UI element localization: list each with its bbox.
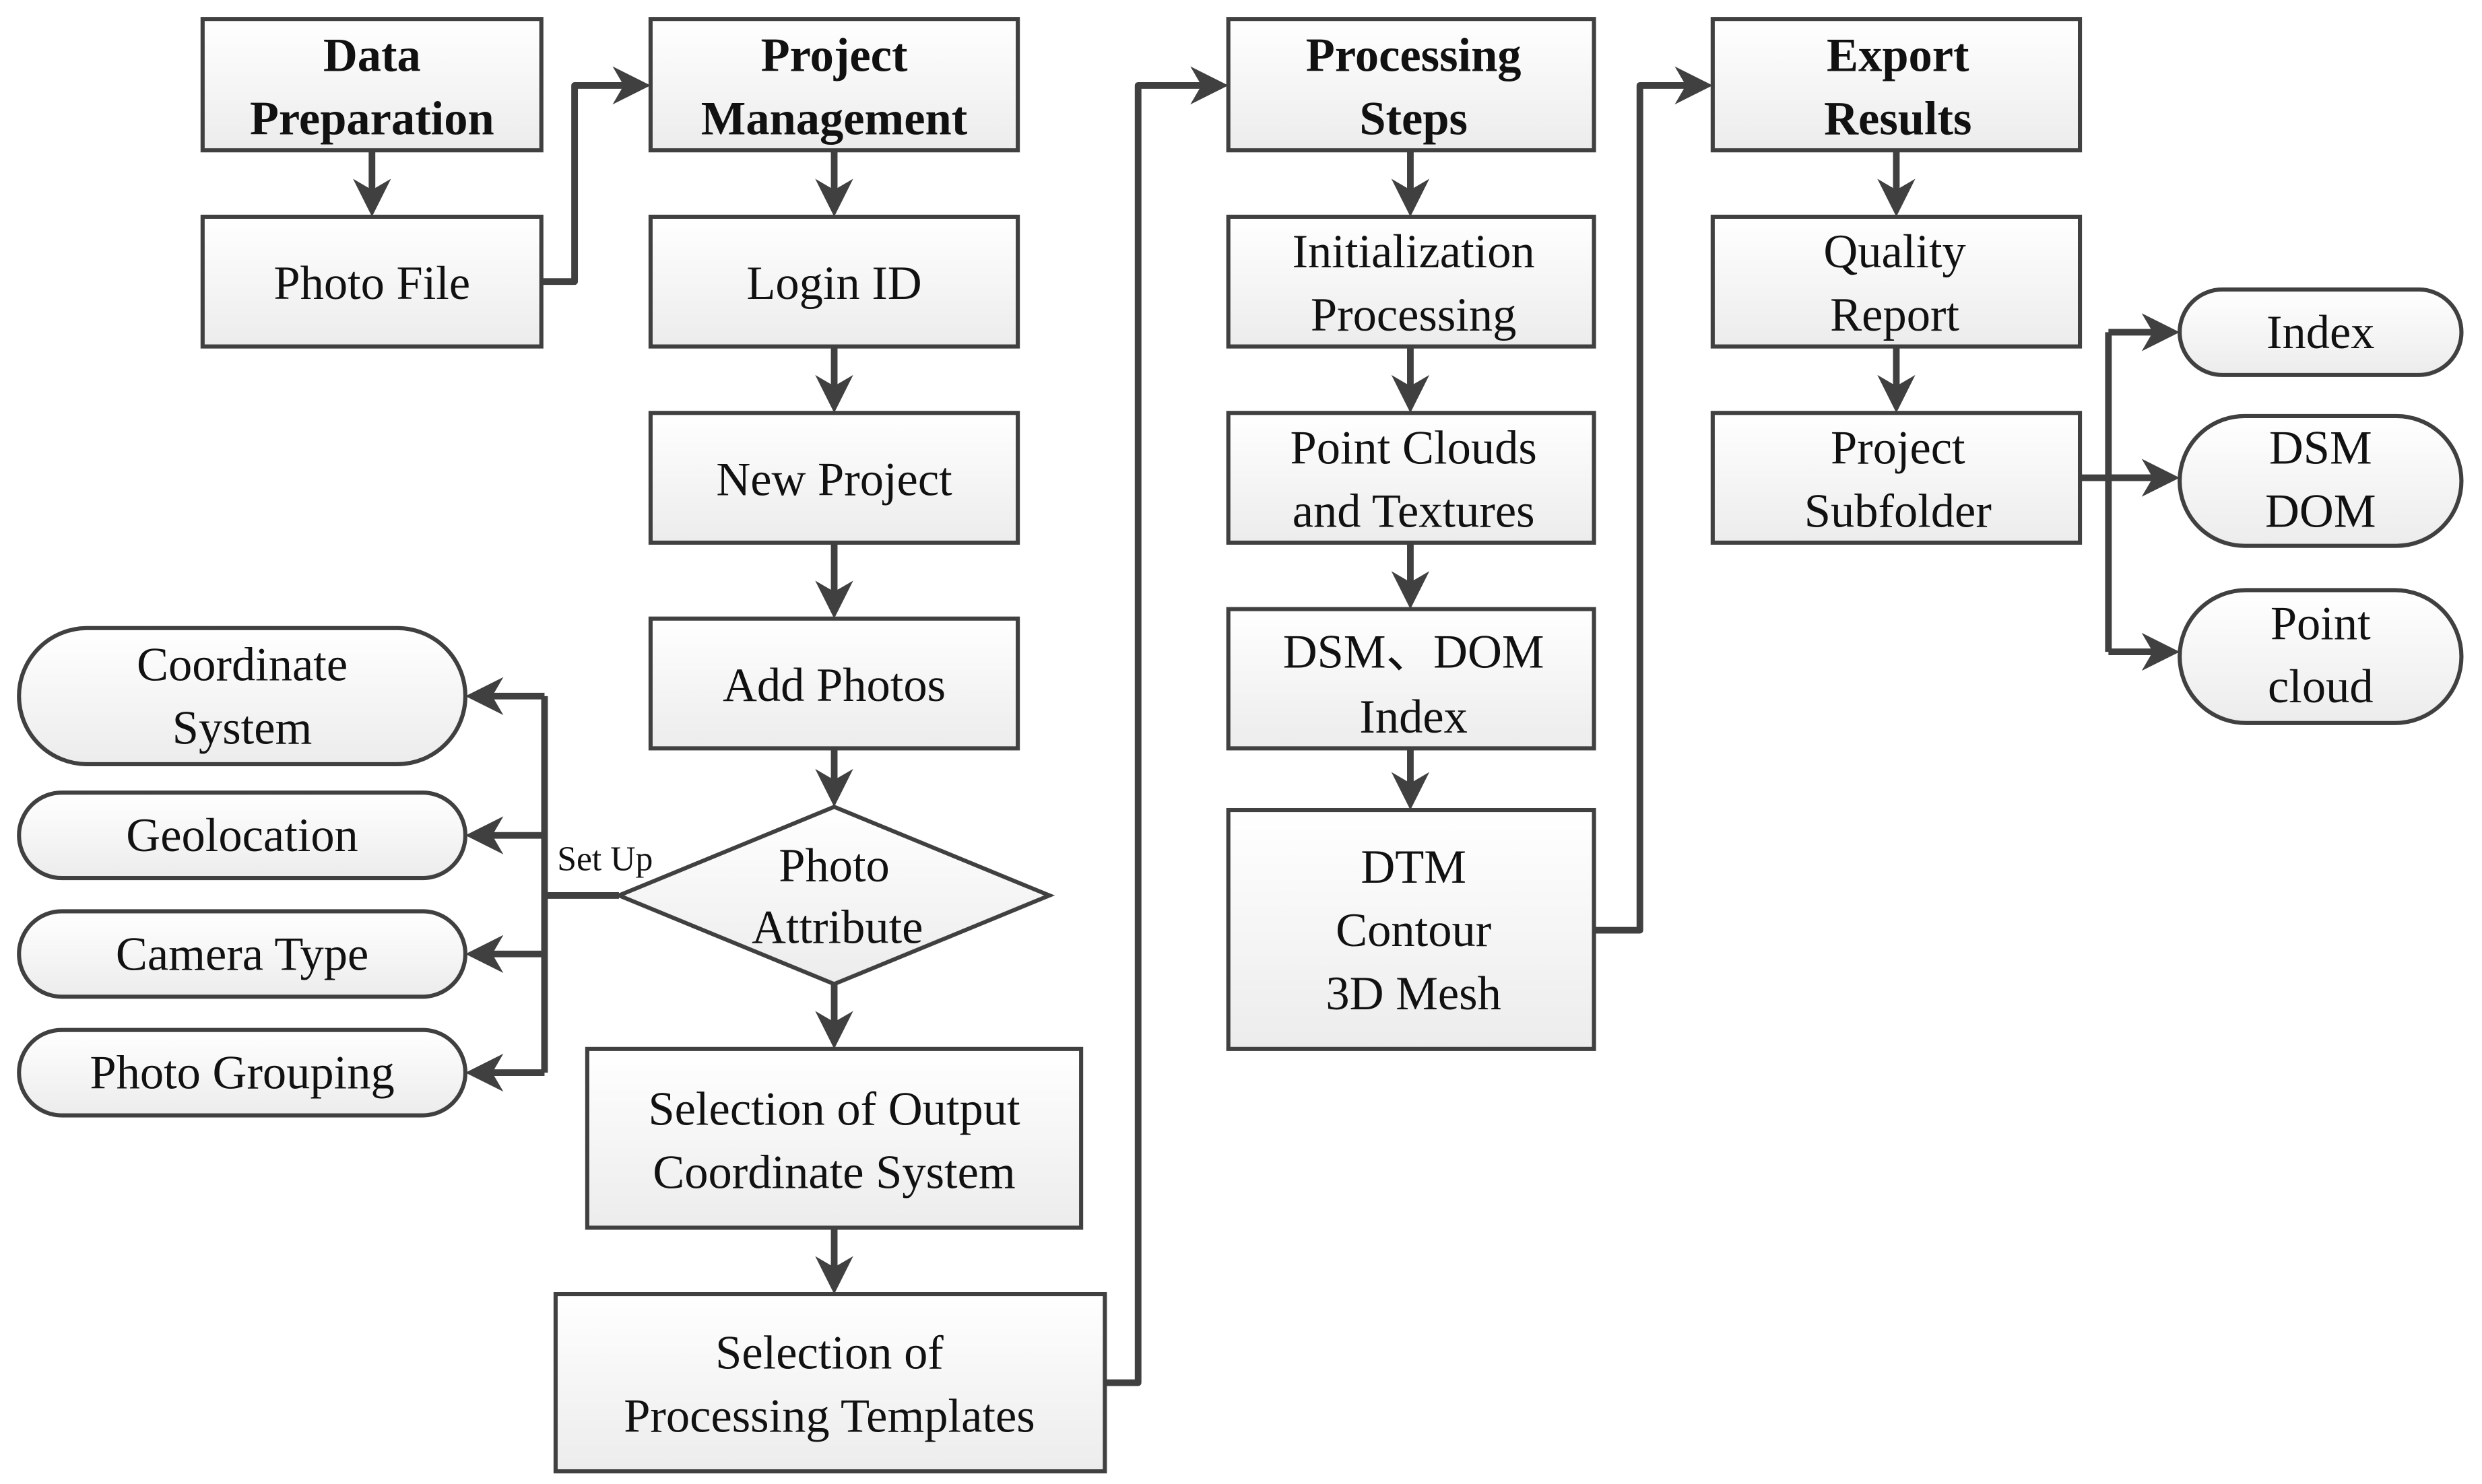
edge-dtm-to-export — [1594, 81, 1695, 934]
node-text: Preparation — [250, 93, 494, 145]
node-text: Index — [1359, 691, 1467, 743]
node-output-point-cloud: Point cloud — [2178, 588, 2464, 725]
node-text: cloud — [2268, 661, 2374, 713]
node-text: Camera Type — [116, 928, 368, 980]
node-photo-attribute-diamond: Photo Attribute — [613, 805, 1055, 986]
node-text: Contour — [1336, 904, 1491, 957]
node-text: Selection of Output — [648, 1083, 1020, 1136]
node-text: Coordinate System — [653, 1147, 1015, 1199]
node-add-photos: Add Photos — [648, 616, 1020, 751]
node-export-results: Export Results — [1710, 17, 2083, 153]
node-text: Attribute — [752, 901, 923, 953]
node-camera-type: Camera Type — [17, 909, 467, 999]
node-text: Quality — [1823, 226, 1965, 278]
node-text: DTM — [1361, 841, 1466, 893]
node-data-preparation: Data Preparation — [200, 17, 544, 153]
node-text: Selection of — [715, 1326, 944, 1379]
node-text: Photo Grouping — [90, 1047, 394, 1100]
node-photo-grouping: Photo Grouping — [17, 1027, 467, 1118]
node-text: and Textures — [1293, 485, 1535, 537]
node-geolocation: Geolocation — [17, 790, 467, 881]
node-output-index: Index — [2178, 287, 2464, 377]
node-text: Processing Templates — [624, 1390, 1035, 1442]
node-text: Add Photos — [723, 659, 946, 712]
node-project-subfolder: Project Subfolder — [1710, 411, 2083, 545]
node-processing-templates: Selection of Processing Templates — [553, 1291, 1107, 1474]
node-processing-steps: Processing Steps — [1226, 17, 1596, 153]
node-text: Processing — [1306, 30, 1522, 82]
node-output-dsm-dom: DSM DOM — [2178, 413, 2464, 548]
node-text: Export — [1827, 30, 1969, 82]
node-text: Processing — [1311, 289, 1516, 341]
node-text: Report — [1830, 289, 1959, 341]
node-dsm-dom-index: DSM、DOM Index — [1226, 607, 1596, 751]
node-photo-file: Photo File — [200, 214, 544, 349]
node-text: DSM — [2269, 421, 2372, 474]
node-text: Steps — [1359, 93, 1468, 145]
node-text: DSM、DOM — [1283, 626, 1544, 679]
node-quality-report: Quality Report — [1710, 214, 2083, 349]
node-text: Project — [761, 30, 908, 82]
node-text: Management — [701, 93, 968, 145]
node-text: 3D Mesh — [1326, 968, 1501, 1020]
node-output-coordinate-system: Selection of Output Coordinate System — [585, 1046, 1084, 1230]
node-text: Geolocation — [126, 809, 358, 862]
node-text: Initialization — [1293, 226, 1535, 278]
edge-templates-to-processing — [1105, 81, 1211, 1386]
node-new-project: New Project — [648, 411, 1020, 545]
flowchart-canvas: Data Preparation Photo File Project Mana… — [17, 17, 2464, 1474]
node-text: Point Clouds — [1291, 421, 1537, 474]
node-initialization-processing: Initialization Processing — [1226, 214, 1596, 349]
edge-label-set-up: Set Up — [557, 840, 653, 878]
node-text: Login ID — [746, 257, 921, 310]
node-text: Coordinate — [137, 638, 348, 691]
edge-photo-file-to-project-mgmt — [541, 81, 634, 285]
node-text: Data — [323, 30, 421, 82]
node-text: Index — [2266, 306, 2374, 359]
node-text: System — [172, 702, 313, 754]
node-text: DOM — [2265, 485, 2376, 537]
node-text: Results — [1824, 93, 1971, 145]
node-text: Photo File — [273, 257, 470, 310]
node-text: New Project — [716, 453, 952, 506]
node-text: Project — [1831, 421, 1965, 474]
node-text: Subfolder — [1804, 485, 1992, 537]
node-login-id: Login ID — [648, 214, 1020, 349]
node-text: Point — [2271, 597, 2371, 650]
node-point-clouds-textures: Point Clouds and Textures — [1226, 411, 1596, 545]
node-coordinate-system: Coordinate System — [17, 626, 467, 766]
node-dtm-contour-mesh: DTM Contour 3D Mesh — [1226, 807, 1596, 1051]
node-text: Photo — [779, 840, 890, 892]
node-project-management: Project Management — [648, 17, 1020, 153]
